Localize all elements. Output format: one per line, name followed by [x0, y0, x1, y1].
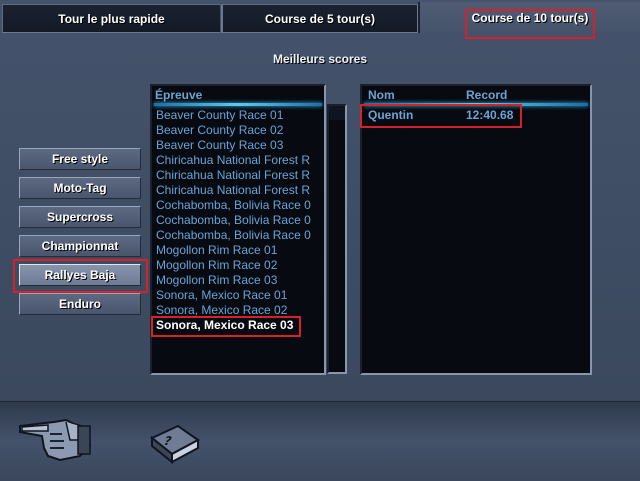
- event-list-item[interactable]: Chiricahua National Forest R: [156, 153, 324, 168]
- events-panel: Épreuve Beaver County Race 01 Beaver Coun…: [150, 84, 326, 375]
- events-header: Épreuve: [155, 87, 203, 102]
- records-header-rule: [364, 103, 588, 106]
- event-list-item[interactable]: Cochabomba, Bolivia Race 0: [156, 198, 324, 213]
- event-list-item[interactable]: Mogollon Rim Race 01: [156, 243, 324, 258]
- category-enduro[interactable]: Enduro: [19, 293, 141, 315]
- events-scrollbar[interactable]: [327, 104, 347, 374]
- event-list-item[interactable]: Sonora, Mexico Race 01: [156, 288, 324, 303]
- event-list-item[interactable]: Cochabomba, Bolivia Race 0: [156, 213, 324, 228]
- category-supercross[interactable]: Supercross: [19, 206, 141, 228]
- section-title: Meilleurs scores: [272, 52, 368, 66]
- pointing-hand-icon[interactable]: [14, 406, 94, 469]
- event-list-item[interactable]: Mogollon Rim Race 02: [156, 258, 324, 273]
- event-list-item[interactable]: Beaver County Race 03: [156, 138, 324, 153]
- records-header: Nom Record: [362, 86, 590, 103]
- events-list[interactable]: Beaver County Race 01 Beaver County Race …: [156, 108, 324, 373]
- high-scores-screen: Tour le plus rapide Course de 5 tour(s) …: [0, 0, 640, 481]
- record-time: 12:40.68: [466, 108, 514, 122]
- event-list-item[interactable]: Chiricahua National Forest R: [156, 183, 324, 198]
- records-panel: Nom Record Quentin 12:40.68: [360, 84, 592, 375]
- bottom-toolbar: ?: [0, 401, 640, 481]
- event-list-item[interactable]: Sonora, Mexico Race 03: [156, 318, 324, 333]
- record-name: Quentin: [368, 108, 414, 122]
- events-header-rule: [154, 103, 322, 106]
- category-championnat[interactable]: Championnat: [19, 235, 141, 257]
- tab-fastest-lap[interactable]: Tour le plus rapide: [2, 4, 220, 33]
- tab-bar: Tour le plus rapide Course de 5 tour(s) …: [0, 0, 640, 33]
- scrollbar-thumb[interactable]: [329, 106, 345, 120]
- header-record: Record: [466, 87, 508, 102]
- tab-10-lap-race[interactable]: Course de 10 tour(s): [420, 2, 640, 33]
- event-list-item[interactable]: Cochabomba, Bolivia Race 0: [156, 228, 324, 243]
- header-name: Nom: [368, 87, 395, 102]
- tab-5-lap-race[interactable]: Course de 5 tour(s): [221, 4, 419, 33]
- event-list-item[interactable]: Beaver County Race 01: [156, 108, 324, 123]
- event-list-item[interactable]: Beaver County Race 02: [156, 123, 324, 138]
- event-list-item[interactable]: Chiricahua National Forest R: [156, 168, 324, 183]
- category-moto-tag[interactable]: Moto-Tag: [19, 177, 141, 199]
- event-list-item[interactable]: Sonora, Mexico Race 02: [156, 303, 324, 318]
- help-book-icon[interactable]: ?: [148, 420, 202, 471]
- category-free-style[interactable]: Free style: [19, 148, 141, 170]
- category-rallyes-baja[interactable]: Rallyes Baja: [19, 264, 141, 286]
- event-list-item[interactable]: Mogollon Rim Race 03: [156, 273, 324, 288]
